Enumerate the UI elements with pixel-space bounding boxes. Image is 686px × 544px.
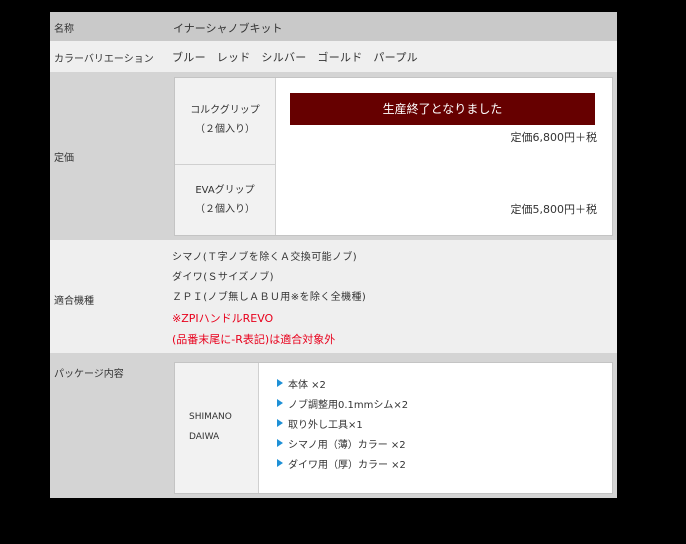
triangle-right-icon bbox=[277, 419, 283, 427]
compatible-label: 適合機種 bbox=[54, 296, 94, 307]
compatible-item: シマノ(Ｔ字ノブを除くＡ交換可能ノブ) bbox=[172, 252, 358, 263]
price-value-eva: 定価5,800円＋税 bbox=[510, 203, 598, 216]
package-item: 取り外し工具×1 bbox=[277, 416, 408, 436]
package-item-label: ノブ調整用0.1mmシム×2 bbox=[288, 400, 409, 411]
compatible-note: (品番末尾に-R表記)は適合対象外 bbox=[172, 333, 336, 346]
package-item: 本体 ×2 bbox=[277, 376, 408, 396]
price-table: コルクグリップ （２個入り） 生産終了となりました 定価6,800円＋税 EVA… bbox=[174, 77, 613, 236]
package-item: ダイワ用（厚）カラー ×2 bbox=[277, 456, 408, 476]
triangle-right-icon bbox=[277, 439, 283, 447]
brand-name: SHIMANO bbox=[189, 412, 232, 422]
package-item-label: 本体 ×2 bbox=[288, 380, 326, 391]
compatible-note: ※ZPIハンドルREVO bbox=[172, 312, 274, 325]
grip-qty: （２個入り） bbox=[195, 124, 255, 135]
name-value: イナーシャノブキット bbox=[173, 22, 283, 35]
package-item-label: シマノ用（薄）カラー ×2 bbox=[288, 440, 406, 451]
colors-label: カラーバリエーション bbox=[54, 54, 154, 65]
triangle-right-icon bbox=[277, 399, 283, 407]
colors-value: ブルー レッド シルバー ゴールド パープル bbox=[172, 51, 418, 64]
compatible-list: シマノ(Ｔ字ノブを除くＡ交換可能ノブ) ダイワ(Ｓサイズノブ) ＺＰＩ(ノブ無し… bbox=[172, 248, 366, 350]
package-item: ノブ調整用0.1mmシム×2 bbox=[277, 396, 408, 416]
row-price: 定価 コルクグリップ （２個入り） 生産終了となりました 定価6,800円＋税 … bbox=[50, 72, 617, 240]
triangle-right-icon bbox=[277, 459, 283, 467]
row-compatible: 適合機種 シマノ(Ｔ字ノブを除くＡ交換可能ノブ) ダイワ(Ｓサイズノブ) ＺＰＩ… bbox=[50, 240, 617, 353]
row-colors: カラーバリエーション ブルー レッド シルバー ゴールド パープル bbox=[50, 41, 617, 72]
compatible-item: ダイワ(Ｓサイズノブ) bbox=[172, 272, 274, 283]
grip-cell-cork: コルクグリップ （２個入り） bbox=[175, 78, 276, 165]
package-list: 本体 ×2 ノブ調整用0.1mmシム×2 取り外し工具×1 シマノ用（薄）カラー… bbox=[277, 376, 408, 476]
price-label: 定価 bbox=[54, 153, 74, 164]
grip-name: EVAグリップ bbox=[195, 185, 255, 196]
row-package: パッケージ内容 SHIMANO DAIWA 本体 ×2 ノブ調整用0.1mmシム… bbox=[50, 353, 617, 498]
grip-qty: （２個入り） bbox=[195, 204, 255, 215]
triangle-right-icon bbox=[277, 379, 283, 387]
package-label: パッケージ内容 bbox=[54, 369, 124, 380]
package-item: シマノ用（薄）カラー ×2 bbox=[277, 436, 408, 456]
name-label: 名称 bbox=[54, 24, 74, 35]
discontinued-banner: 生産終了となりました bbox=[290, 93, 595, 125]
grip-cell-eva: EVAグリップ （２個入り） bbox=[175, 165, 276, 235]
package-brands-cell: SHIMANO DAIWA bbox=[175, 363, 259, 493]
package-item-label: 取り外し工具×1 bbox=[288, 420, 363, 431]
grip-name: コルクグリップ bbox=[190, 105, 260, 116]
package-table: SHIMANO DAIWA 本体 ×2 ノブ調整用0.1mmシム×2 取り外し工… bbox=[174, 362, 613, 494]
compatible-item: ＺＰＩ(ノブ無しＡＢＵ用※を除く全機種) bbox=[172, 292, 367, 303]
row-name: 名称 イナーシャノブキット bbox=[50, 12, 617, 41]
price-value-cork: 定価6,800円＋税 bbox=[510, 131, 598, 144]
spec-table: 名称 イナーシャノブキット カラーバリエーション ブルー レッド シルバー ゴー… bbox=[50, 12, 617, 498]
brand-name: DAIWA bbox=[189, 432, 220, 442]
package-item-label: ダイワ用（厚）カラー ×2 bbox=[288, 460, 406, 471]
